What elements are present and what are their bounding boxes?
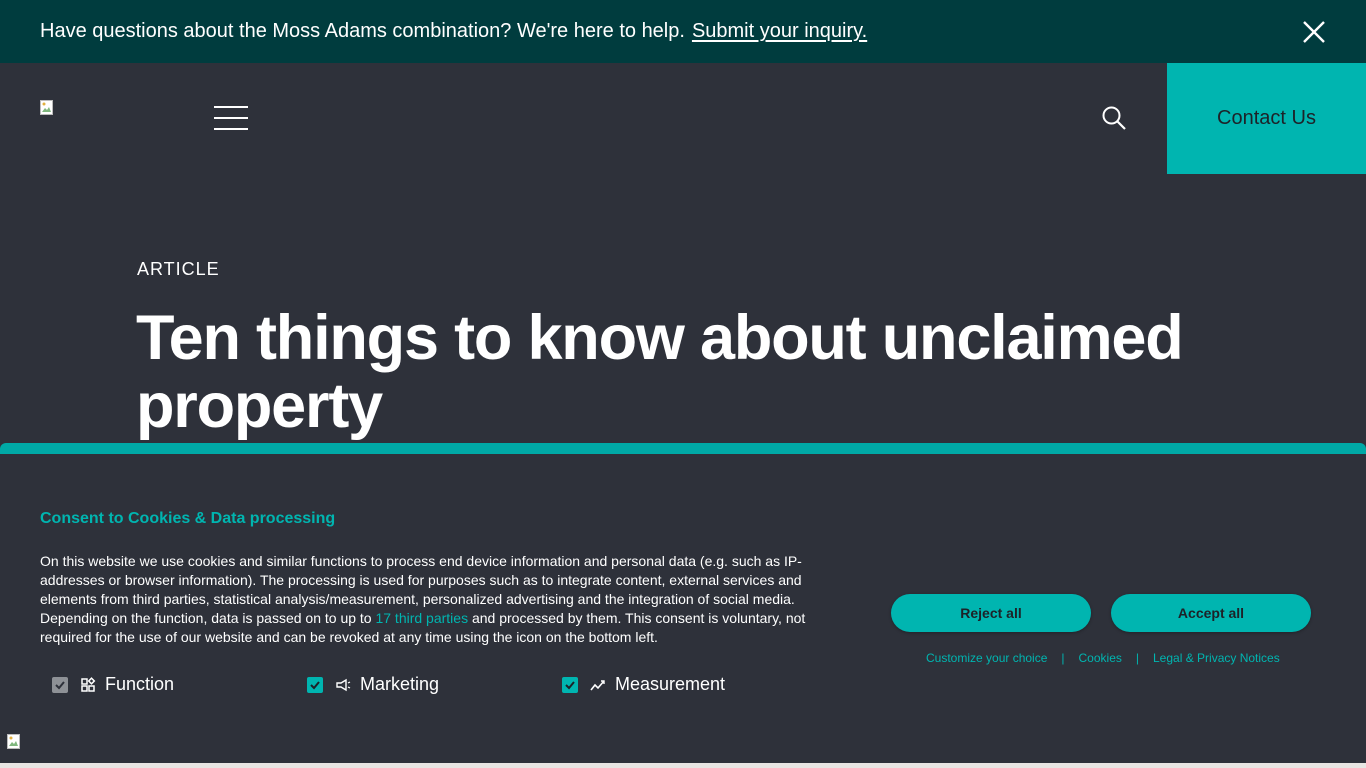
page-title: Ten things to know about unclaimed prope… [136, 303, 1184, 441]
link-separator: | [1135, 651, 1139, 665]
function-icon [81, 676, 96, 692]
article-eyebrow: ARTICLE [137, 259, 220, 279]
broken-image-icon[interactable] [40, 100, 56, 116]
submit-inquiry-link[interactable]: Submit your inquiry. [692, 20, 867, 43]
accept-all-button[interactable]: Accept all [1111, 594, 1311, 632]
contact-us-button[interactable]: Contact Us [1167, 63, 1366, 174]
marketing-checkbox[interactable] [307, 676, 323, 693]
link-separator: | [1061, 651, 1065, 665]
page-bottom-strip [0, 763, 1366, 768]
consent-description: On this website we use cookies and simil… [40, 552, 850, 647]
chart-trend-icon [590, 679, 605, 690]
option-marketing: Marketing [307, 674, 439, 695]
announcement-banner: Have questions about the Moss Adams comb… [0, 0, 1366, 63]
reject-all-button[interactable]: Reject all [891, 594, 1091, 632]
consent-title: Consent to Cookies & Data processing [40, 510, 336, 527]
megaphone-icon [336, 678, 351, 691]
customize-choice-link[interactable]: Customize your choice [926, 651, 1047, 665]
close-icon[interactable] [1302, 20, 1326, 44]
legal-privacy-link[interactable]: Legal & Privacy Notices [1153, 651, 1280, 665]
cookie-consent-panel: Consent to Cookies & Data processing On … [0, 443, 1366, 763]
option-measurement: Measurement [562, 674, 725, 695]
cookies-link[interactable]: Cookies [1079, 651, 1122, 665]
measurement-checkbox[interactable] [562, 676, 578, 693]
marketing-label: Marketing [360, 674, 440, 694]
site-header: Contact Us [0, 63, 1366, 174]
third-parties-link[interactable]: 17 third parties [375, 610, 468, 626]
hamburger-menu-icon[interactable] [214, 106, 248, 130]
function-label: Function [105, 674, 175, 694]
option-function: Function [52, 674, 174, 695]
consent-links: Customize your choice | Cookies | Legal … [926, 651, 1280, 665]
function-checkbox[interactable] [52, 676, 68, 693]
broken-image-icon[interactable] [7, 734, 23, 750]
measurement-label: Measurement [615, 674, 726, 694]
search-icon[interactable] [1101, 105, 1127, 131]
banner-text: Have questions about the Moss Adams comb… [40, 20, 685, 42]
